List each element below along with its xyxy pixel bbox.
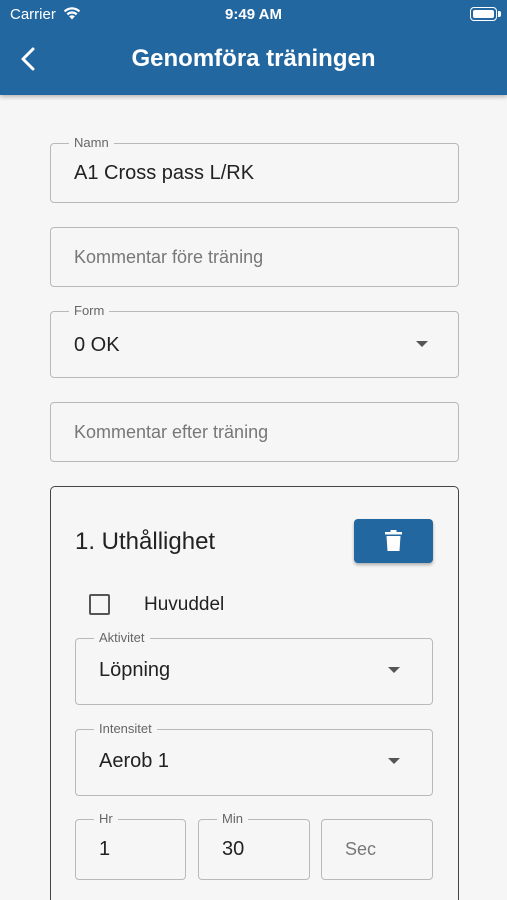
comment-before-placeholder: Kommentar före träning (74, 247, 264, 267)
seconds-field-placeholder: Sec (345, 839, 377, 859)
status-bar: Carrier 9:49 AM (0, 5, 507, 25)
form-select-label: Form (69, 303, 110, 319)
comment-after-field[interactable]: Kommentar efter träning (50, 402, 459, 462)
main-part-label: Huvuddel (144, 594, 225, 615)
intensity-select-value: Aerob 1 (99, 750, 170, 772)
name-field[interactable]: Namn A1 Cross pass L/RK (50, 135, 459, 203)
intensity-select-label: Intensitet (94, 721, 157, 737)
minutes-field-label: Min (217, 811, 248, 827)
app-bar: Carrier 9:49 AM Genomföra träningen (0, 0, 507, 95)
minutes-field[interactable]: Min 30 (198, 811, 310, 880)
page-title: Genomföra träningen (131, 45, 376, 72)
main-part-checkbox[interactable] (89, 594, 110, 615)
section-title: 1. Uthållighet (75, 528, 216, 555)
minutes-field-value: 30 (222, 838, 245, 860)
comment-after-placeholder: Kommentar efter träning (74, 422, 269, 442)
battery-icon (470, 7, 501, 21)
trash-icon (385, 530, 402, 551)
hours-field[interactable]: Hr 1 (75, 811, 186, 880)
name-field-label: Namn (69, 135, 114, 151)
dropdown-arrow-icon (388, 667, 400, 673)
name-field-value: A1 Cross pass L/RK (74, 162, 255, 184)
seconds-field[interactable]: Sec (321, 819, 433, 880)
comment-before-field[interactable]: Kommentar före träning (50, 227, 459, 287)
activity-select-label: Aktivitet (94, 630, 150, 646)
clock-label: 9:49 AM (225, 6, 282, 23)
exercise-section-card: 1. Uthållighet Huvuddel Aktivitet Löpnin… (50, 486, 459, 900)
dropdown-arrow-icon (388, 758, 400, 764)
hours-field-value: 1 (99, 838, 111, 860)
hours-field-label: Hr (94, 811, 118, 827)
activity-select[interactable]: Aktivitet Löpning (75, 630, 433, 705)
form-select-value: 0 OK (74, 334, 120, 356)
delete-section-button[interactable] (354, 519, 433, 563)
form-select[interactable]: Form 0 OK (50, 303, 459, 378)
activity-select-value: Löpning (99, 659, 171, 681)
dropdown-arrow-icon (416, 341, 428, 347)
intensity-select[interactable]: Intensitet Aerob 1 (75, 721, 433, 796)
